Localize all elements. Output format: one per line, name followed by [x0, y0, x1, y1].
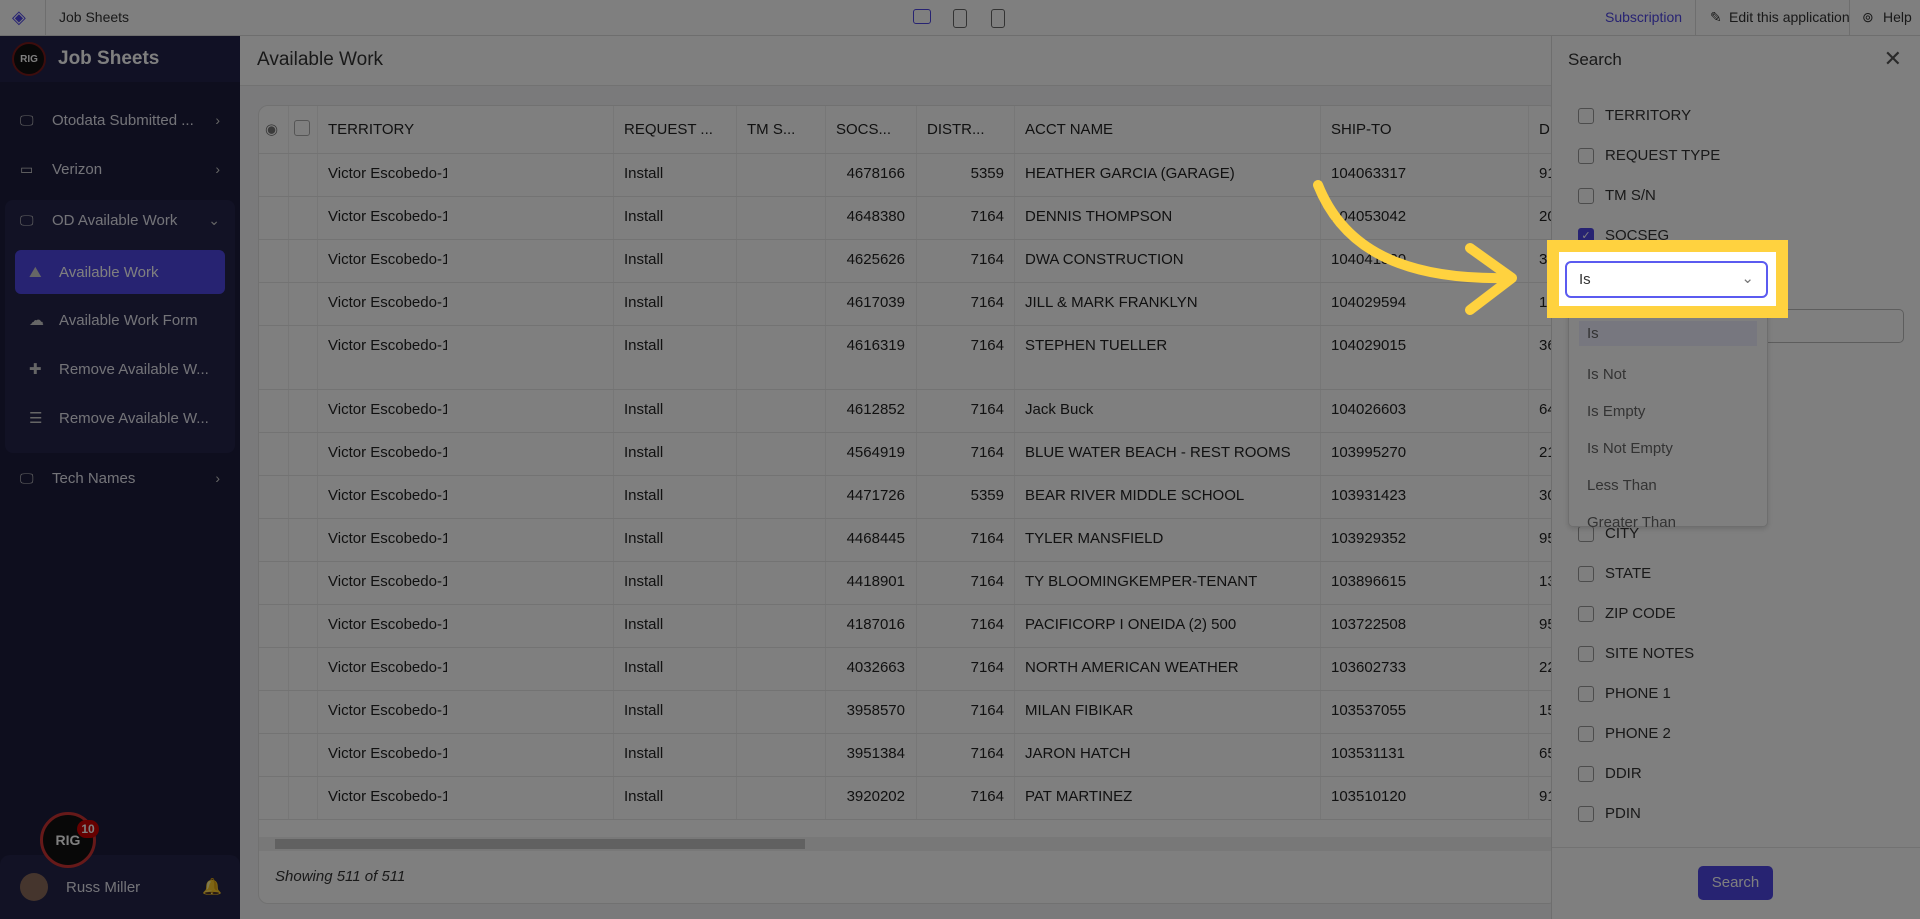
- arrow-shaft: [1313, 180, 1510, 284]
- annotation-arrow: [1313, 180, 1517, 315]
